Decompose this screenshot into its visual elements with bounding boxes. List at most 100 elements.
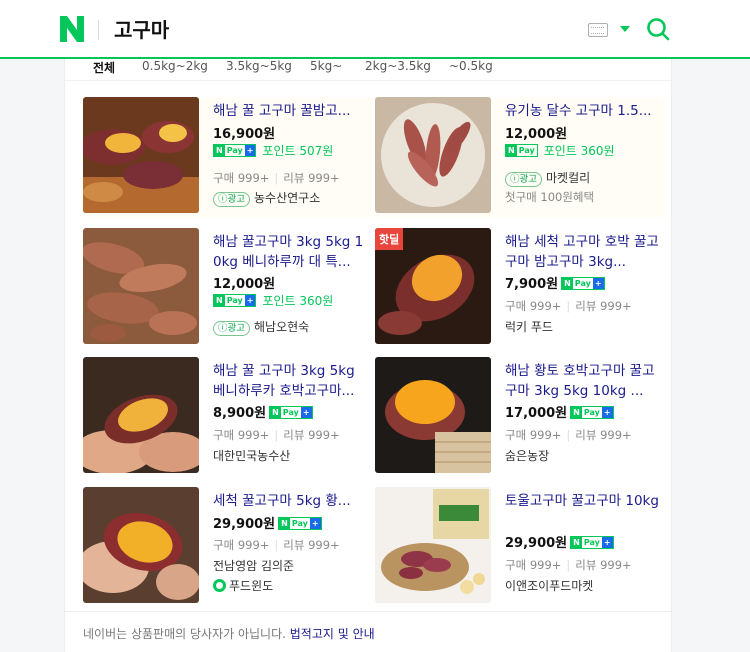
filter-3.5-5kg[interactable]: 3.5kg~5kg (226, 59, 292, 73)
product-price: 29,900원 (213, 517, 276, 532)
weight-filter-bar: 전체 0.5kg~2kg 3.5kg~5kg 5kg~ 2kg~3.5kg ~0… (65, 59, 671, 81)
product-title[interactable]: 해남 세척 고구마 호박 꿀고구마 밤고구마 3kg... (505, 232, 663, 272)
buy-count: 구매 999+ (505, 428, 562, 442)
store-row[interactable]: 푸드윈도 (213, 577, 273, 594)
review-count[interactable]: 리뷰 999+ (283, 428, 339, 442)
filter-under-0.5kg[interactable]: ~0.5kg (449, 59, 493, 73)
product-price: 7,900원 (505, 277, 559, 292)
product-image[interactable] (375, 97, 491, 213)
product-card[interactable]: 해남 꿀 고구마 3kg 5kg 베니하루카 호박고구마... 8,900원 N P… (83, 357, 373, 477)
search-icon[interactable] (646, 17, 670, 41)
seller-row: ⓘ광고 해남오현숙 (213, 318, 309, 336)
product-title[interactable]: 토울고구마 꿀고구마 10kg (505, 491, 663, 511)
product-price: 16,900원 (213, 127, 276, 142)
hot-deal-badge: 핫딜 (375, 228, 404, 250)
review-count[interactable]: 리뷰 999+ (283, 171, 339, 185)
meta-row: 구매 999+ | 리뷰 999+ (505, 299, 632, 313)
review-count[interactable]: 리뷰 999+ (575, 299, 631, 313)
meta-row: 구매 999+ | 리뷰 999+ (213, 428, 340, 442)
npay-row: N Pay + 포인트 507원 (213, 142, 333, 159)
meta-row: 구매 999+ | 리뷰 999+ (505, 428, 632, 442)
product-card[interactable]: 토울고구마 꿀고구마 10kg 29,900원 N Pay + 구매 999+ | 리뷰 … (375, 487, 665, 607)
filter-5kg-over[interactable]: 5kg~ (310, 59, 342, 73)
price-row: 8,900원 N Pay + (213, 402, 313, 421)
npay-plus-icon: N Pay + (269, 406, 313, 419)
product-image-wrap[interactable]: 핫딜 (375, 228, 491, 344)
product-image[interactable] (375, 487, 491, 603)
price-row: 7,900원 N Pay + (505, 273, 605, 292)
filter-0.5-2kg[interactable]: 0.5kg~2kg (142, 59, 208, 73)
price-row: 29,900원 N Pay + (505, 532, 614, 551)
legal-notice-link[interactable]: 법적고지 및 안내 (290, 627, 375, 641)
price-row: 17,000원 N Pay + (505, 402, 614, 421)
meta-row: 구매 999+ | 리뷰 999+ (505, 558, 632, 572)
seller-name[interactable]: 럭키 푸드 (505, 318, 553, 335)
ad-badge[interactable]: ⓘ광고 (213, 321, 250, 336)
buy-count: 구매 999+ (505, 299, 562, 313)
product-card[interactable]: 유기농 달수 고구마 1.5... 12,000원 N Pay 포인트 360원 ⓘ… (375, 97, 665, 217)
shopping-panel: 전체 0.5kg~2kg 3.5kg~5kg 5kg~ 2kg~3.5kg ~0… (64, 59, 672, 652)
product-title[interactable]: 세척 꿀고구마 5kg 황... (213, 491, 371, 511)
keyboard-icon[interactable] (588, 23, 608, 37)
npay-plus-icon: N Pay + (213, 294, 257, 307)
price-row: 16,900원 (213, 123, 275, 142)
product-title[interactable]: 해남 꿀 고구마 3kg 5kg 베니하루카 호박고구마... (213, 361, 371, 401)
product-title[interactable]: 유기농 달수 고구마 1.5... (505, 101, 663, 121)
npay-plus-icon: N Pay + (570, 536, 614, 549)
point-text: 포인트 507원 (262, 144, 334, 158)
filter-all[interactable]: 전체 (93, 59, 115, 76)
seller-name[interactable]: 숨은농장 (505, 447, 549, 464)
product-title[interactable]: 해남 꿀 고구마 꿀밤고... (213, 101, 371, 121)
npay-row: N Pay + 포인트 360원 (213, 292, 333, 309)
seller-name[interactable]: 해남오현숙 (254, 320, 309, 334)
product-image[interactable] (83, 97, 199, 213)
store-name[interactable]: 푸드윈도 (229, 579, 273, 593)
buy-count: 구매 999+ (213, 171, 270, 185)
npay-plus-icon: N Pay + (213, 144, 257, 157)
seller-row: ⓘ광고 농수산연구소 (213, 189, 320, 207)
npay-plus-icon: N Pay + (278, 517, 322, 530)
product-card[interactable]: 해남 꿀고구마 3kg 5kg 10kg 베니하루까 대 특... 12,000… (83, 228, 373, 348)
disclaimer-text: 네이버는 상품판매의 당사자가 아닙니다. 법적고지 및 안내 (83, 627, 375, 641)
seller-name[interactable]: 마켓컬리 (546, 171, 590, 185)
ad-badge[interactable]: ⓘ광고 (213, 192, 250, 207)
product-price: 12,000원 (505, 127, 568, 142)
price-row: 29,900원 N Pay + (213, 513, 322, 532)
top-bar: 고구마 (0, 0, 750, 59)
buy-count: 구매 999+ (213, 538, 270, 552)
seller-name[interactable]: 전남영암 김의준 (213, 557, 294, 574)
point-text: 포인트 360원 (543, 144, 615, 158)
filter-2-3.5kg[interactable]: 2kg~3.5kg (365, 59, 431, 73)
npay-icon: N Pay (505, 144, 538, 157)
product-title[interactable]: 해남 황토 호박고구마 꿀고구마 3kg 5kg 10kg ... (505, 361, 663, 401)
naver-logo-icon[interactable] (60, 16, 84, 42)
npay-row: N Pay 포인트 360원 (505, 142, 615, 159)
disclaimer-footer: 네이버는 상품판매의 당사자가 아닙니다. 법적고지 및 안내 (65, 611, 671, 652)
product-image[interactable] (375, 357, 491, 473)
buy-count: 구매 999+ (213, 428, 270, 442)
product-image[interactable] (83, 487, 199, 603)
product-card[interactable]: 핫딜 해남 세척 고구마 호박 꿀고구마 밤고구마 3kg... 7,900원 N… (375, 228, 665, 348)
price-row: 12,000원 (213, 273, 275, 292)
seller-name[interactable]: 농수산연구소 (254, 191, 320, 205)
product-card[interactable]: 해남 꿀 고구마 꿀밤고... 16,900원 N Pay + 포인트 507원 구매… (83, 97, 373, 217)
food-window-icon (213, 579, 226, 592)
product-card[interactable]: 해남 황토 호박고구마 꿀고구마 3kg 5kg 10kg ... 17,000… (375, 357, 665, 477)
npay-plus-icon: N Pay + (561, 277, 605, 290)
review-count[interactable]: 리뷰 999+ (283, 538, 339, 552)
ad-badge[interactable]: ⓘ광고 (505, 172, 542, 187)
npay-plus-icon: N Pay + (570, 406, 614, 419)
caret-down-icon[interactable] (620, 26, 630, 32)
review-count[interactable]: 리뷰 999+ (575, 428, 631, 442)
seller-row: ⓘ광고 마켓컬리 (505, 169, 590, 187)
review-count[interactable]: 리뷰 999+ (575, 558, 631, 572)
product-title[interactable]: 해남 꿀고구마 3kg 5kg 10kg 베니하루까 대 특... (213, 232, 371, 272)
point-text: 포인트 360원 (262, 294, 334, 308)
product-image[interactable] (83, 357, 199, 473)
product-card[interactable]: 세척 꿀고구마 5kg 황... 29,900원 N Pay + 구매 999+ | 리뷰… (83, 487, 373, 607)
product-image[interactable] (83, 228, 199, 344)
product-price: 8,900원 (213, 406, 267, 421)
seller-name[interactable]: 이앤조이푸드마켓 (505, 577, 593, 594)
search-query[interactable]: 고구마 (114, 14, 169, 43)
seller-name[interactable]: 대한민국농수산 (213, 447, 290, 464)
